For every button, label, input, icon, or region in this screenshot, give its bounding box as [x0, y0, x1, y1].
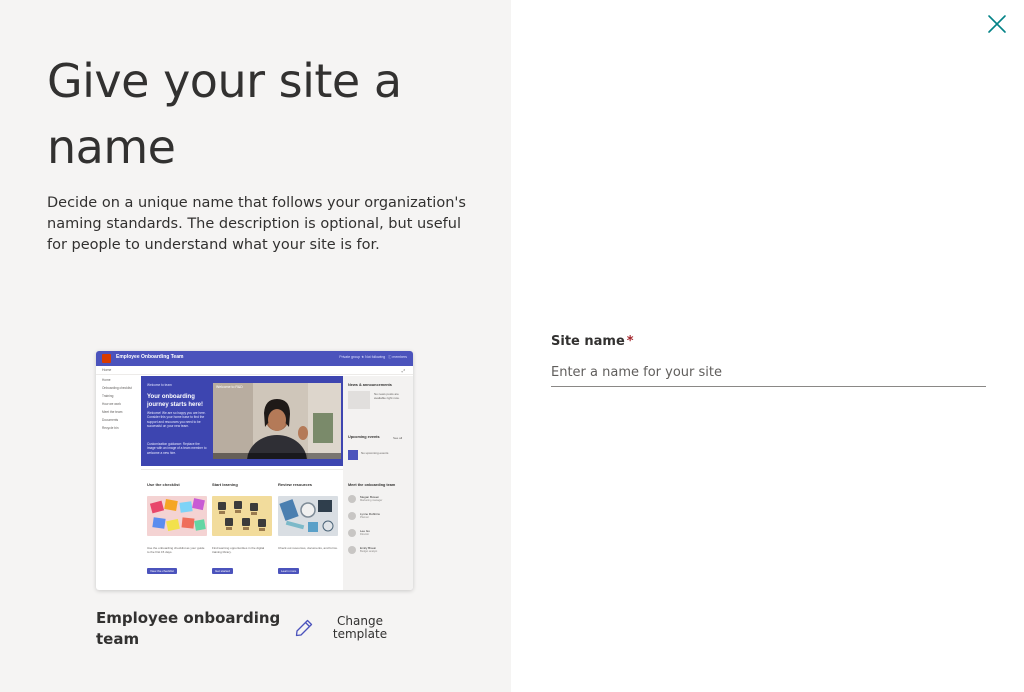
divider: [141, 469, 343, 470]
preview-nav-item: Meet the team: [102, 410, 123, 414]
preview-hero-body: Welcome! We are so happy you are here. C…: [147, 411, 206, 428]
avatar: [348, 495, 356, 503]
preview-person: Lynne Robbins Planner: [348, 511, 408, 521]
preview-column-title: Use the checklist: [147, 482, 180, 487]
sticky-notes-image: [147, 496, 207, 536]
preview-left-nav: Home Onboarding checklist Training How w…: [102, 378, 138, 434]
page-title: Give your site a name: [47, 54, 402, 174]
close-icon: [988, 15, 1006, 33]
preview-command-bar: Home ⤢: [96, 366, 413, 375]
preview-news-text: No news posts are available right now.: [374, 392, 400, 400]
preview-nav-item: Recycle bin: [102, 426, 119, 430]
preview-nav-item: How we work: [102, 402, 121, 406]
preview-nav-item: Onboarding checklist: [102, 386, 132, 390]
preview-hero-video: Welcome to R&D: [213, 383, 341, 459]
preview-column-checklist: Use the checklist Use the onboarding che…: [147, 482, 207, 577]
person-photo-image: [213, 383, 341, 459]
preview-column-text: Check out resources, documents, and form…: [278, 546, 338, 550]
pencil-icon: [295, 619, 313, 637]
preview-person: Lee Gu Director: [348, 528, 408, 538]
template-preview-thumbnail: Employee Onboarding Team Private group ★…: [96, 351, 413, 590]
preview-nav-item: Home: [102, 378, 111, 382]
preview-right-column: News & announcements No news posts are a…: [343, 376, 413, 590]
preview-team-title: Meet the onboarding team: [348, 483, 396, 487]
calendar-icon: [348, 450, 358, 460]
preview-person-role: Director: [360, 533, 370, 536]
preview-nav-item: Training: [102, 394, 114, 398]
preview-column-button: Learn more: [278, 568, 300, 574]
preview-person: Megan Bowen Marketing manager: [348, 494, 408, 504]
change-template-label: Change template: [332, 614, 388, 641]
required-marker: *: [626, 334, 634, 349]
site-name-label-text: Site name: [551, 334, 625, 349]
info-panel: Give your site a name Decide on a unique…: [0, 0, 511, 692]
avatar: [348, 546, 356, 554]
preview-hero-guidance: Customization guidance: Replace the imag…: [147, 442, 207, 455]
preview-hero: Welcome to team Your onboarding journey …: [141, 376, 343, 466]
preview-expand-icon: ⤢: [401, 368, 405, 373]
close-button[interactable]: [983, 10, 1011, 38]
preview-site-title: Employee Onboarding Team: [116, 354, 184, 360]
preview-person-role: Budget analyst: [360, 550, 378, 553]
preview-events-title: Upcoming events: [348, 435, 380, 439]
preview-site-header: Employee Onboarding Team Private group ★…: [96, 351, 413, 366]
preview-column-title: Start learning: [212, 482, 238, 487]
preview-news-thumb: [348, 391, 370, 409]
preview-column-text: Use the onboarding checklist as your gui…: [147, 546, 205, 555]
preview-column-text: Find learning opportunities in the digit…: [212, 546, 265, 555]
preview-person-role: Marketing manager: [360, 499, 383, 502]
preview-nav-item: Documents: [102, 418, 119, 422]
page-description: Decide on a unique name that follows you…: [47, 195, 466, 253]
preview-person-role: Planner: [360, 516, 369, 519]
preview-site-logo: [102, 354, 111, 363]
preview-column-resources: Review resources Check out resources, do…: [278, 482, 338, 577]
preview-video-label: Welcome to R&D: [216, 385, 243, 389]
preview-header-links: Private group ★ Not following ⓘ members: [339, 355, 407, 359]
preview-command-home: Home: [102, 368, 112, 372]
avatar: [348, 529, 356, 537]
preview-hero-kicker: Welcome to team: [147, 383, 172, 387]
office-supplies-image: [278, 496, 338, 536]
preview-video-controls: [213, 453, 341, 459]
avatar: [348, 512, 356, 520]
preview-person: Emily Braun Budget analyst: [348, 545, 408, 555]
preview-column-button: View the checklist: [147, 568, 177, 574]
site-name-label: Site name *: [551, 334, 634, 349]
site-name-input[interactable]: [551, 358, 986, 387]
preview-news-title: News & announcements: [348, 383, 392, 387]
preview-events-see-all: See all: [393, 436, 403, 440]
preview-hero-title: Your onboarding journey starts here!: [147, 394, 204, 408]
preview-column-button: Get started: [212, 568, 233, 574]
chairs-image: [212, 496, 272, 536]
preview-column-title: Review resources: [278, 482, 313, 487]
template-name: Employee onboarding team: [96, 609, 281, 648]
preview-column-learning: Start learning Find learning opportuniti…: [212, 482, 272, 577]
change-template-button[interactable]: Change template: [294, 612, 390, 644]
preview-events-text: No upcoming events: [361, 451, 389, 455]
